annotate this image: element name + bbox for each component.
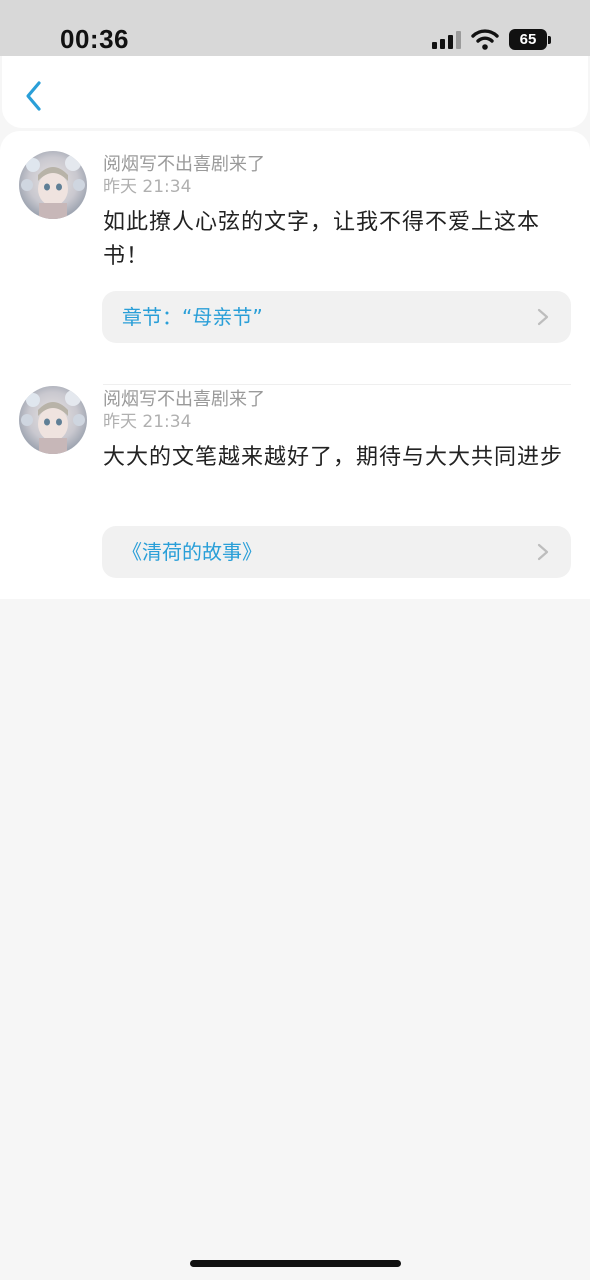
comment-timestamp: 昨天 21:34 <box>103 177 192 197</box>
battery-tip <box>548 36 551 44</box>
chevron-right-icon <box>537 308 549 326</box>
nav-bar <box>2 56 588 128</box>
wifi-icon <box>471 29 499 50</box>
chevron-left-icon <box>26 81 41 111</box>
comment-timestamp: 昨天 21:34 <box>103 412 192 432</box>
comment-text: 如此撩人心弦的文字，让我不得不爱上这本书！ <box>103 210 541 269</box>
battery-indicator: 65 <box>509 29 547 50</box>
home-indicator[interactable] <box>190 1260 401 1267</box>
cellular-signal-icon <box>432 31 461 49</box>
status-bar: 00:36 65 <box>0 0 590 56</box>
chapter-link-card[interactable]: 章节：“母亲节” <box>102 291 571 343</box>
chevron-right-icon <box>537 543 549 561</box>
avatar[interactable] <box>19 386 87 454</box>
comment-text: 大大的文笔越来越好了，期待与大大共同进步 <box>103 445 564 470</box>
chapter-link-label: 章节：“母亲节” <box>122 305 263 329</box>
status-time: 00:36 <box>60 24 129 54</box>
back-button[interactable] <box>16 76 52 116</box>
book-link-card[interactable]: 《清荷的故事》 <box>102 526 571 578</box>
comment-username[interactable]: 阅烟写不出喜剧来了 <box>103 389 265 411</box>
book-link-label: 《清荷的故事》 <box>122 540 262 564</box>
comment-list: 阅烟写不出喜剧来了 昨天 21:34 如此撩人心弦的文字，让我不得不爱上这本书！… <box>0 131 590 599</box>
avatar[interactable] <box>19 151 87 219</box>
comment-divider <box>103 384 571 385</box>
comment-username[interactable]: 阅烟写不出喜剧来了 <box>103 154 265 176</box>
avatar-image <box>19 151 87 219</box>
avatar-image <box>19 386 87 454</box>
